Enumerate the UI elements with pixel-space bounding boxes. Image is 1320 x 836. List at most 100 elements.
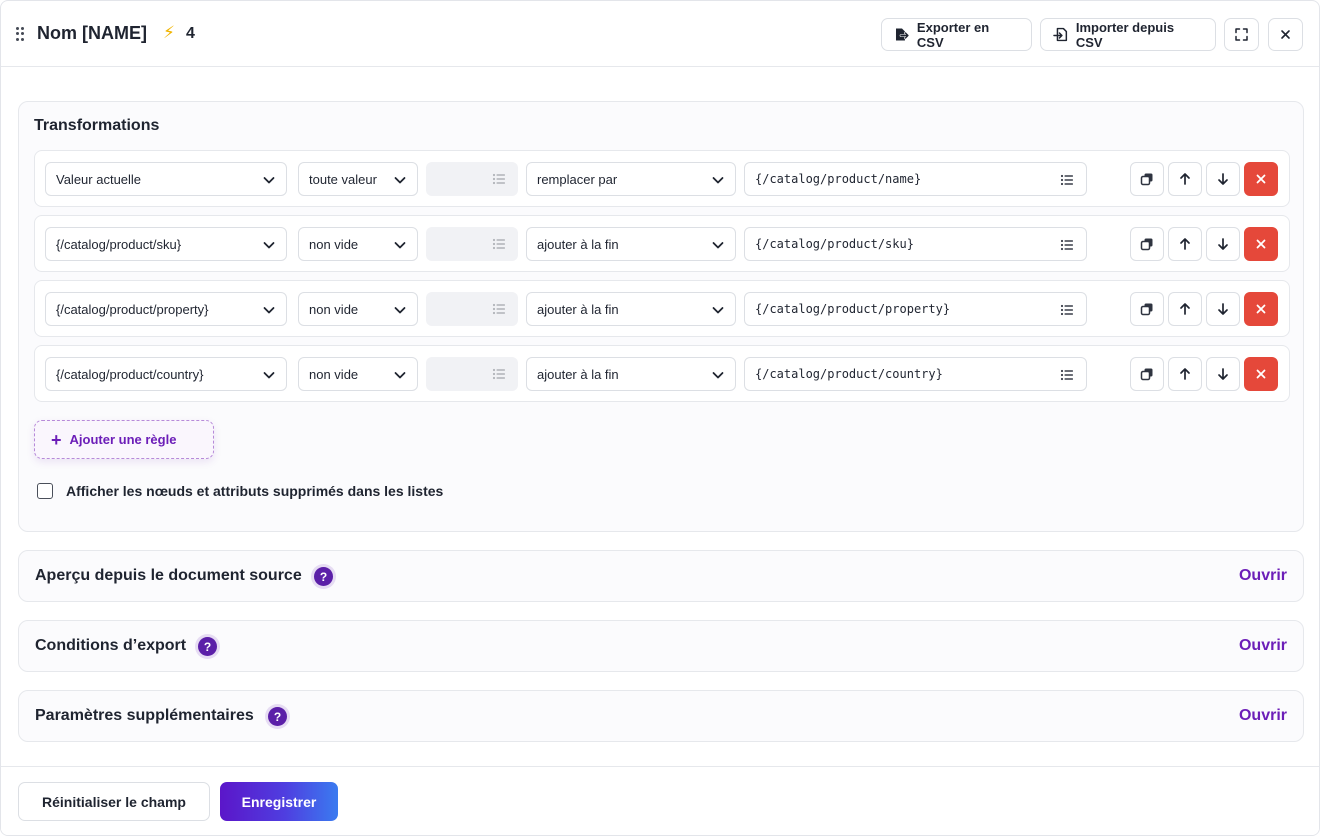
copy-icon xyxy=(1140,237,1154,251)
condition-value-input xyxy=(426,162,518,196)
condition-select[interactable]: non vide xyxy=(298,227,418,261)
field-editor-modal: Nom [NAME] ⚡ 4 Exporter en CSV Importer … xyxy=(0,0,1320,836)
source-select[interactable]: {/catalog/product/sku} xyxy=(45,227,287,261)
duplicate-rule-button[interactable] xyxy=(1130,357,1164,391)
export-conditions-section[interactable]: Conditions d’export ? Ouvrir xyxy=(18,620,1304,672)
close-button[interactable] xyxy=(1268,18,1303,51)
move-up-button[interactable] xyxy=(1168,292,1202,326)
show-deleted-checkbox[interactable] xyxy=(37,483,53,499)
arrow-up-icon xyxy=(1178,302,1192,316)
open-link[interactable]: Ouvrir xyxy=(1239,707,1287,725)
help-icon[interactable]: ? xyxy=(198,637,217,656)
action-select-value: ajouter à la fin xyxy=(537,366,619,382)
value-input[interactable]: {/catalog/product/sku} xyxy=(744,227,1087,261)
rule-row: {/catalog/product/country} non vide ajou… xyxy=(34,345,1290,402)
copy-icon xyxy=(1140,302,1154,316)
transformations-card: Transformations Valeur actuelle toute va… xyxy=(18,101,1304,532)
value-input[interactable]: {/catalog/product/country} xyxy=(744,357,1087,391)
condition-select[interactable]: non vide xyxy=(298,292,418,326)
source-select[interactable]: {/catalog/product/property} xyxy=(45,292,287,326)
action-select[interactable]: ajouter à la fin xyxy=(526,357,736,391)
save-button[interactable]: Enregistrer xyxy=(220,782,338,821)
delete-rule-button[interactable] xyxy=(1244,162,1278,196)
move-down-button[interactable] xyxy=(1206,227,1240,261)
list-icon[interactable] xyxy=(1060,368,1074,382)
arrow-down-icon xyxy=(1216,237,1230,251)
delete-rule-button[interactable] xyxy=(1244,227,1278,261)
move-up-button[interactable] xyxy=(1168,162,1202,196)
condition-select[interactable]: non vide xyxy=(298,357,418,391)
action-select-value: ajouter à la fin xyxy=(537,236,619,252)
chevron-down-icon xyxy=(711,368,725,382)
list-icon xyxy=(492,237,506,251)
expand-icon xyxy=(1235,28,1248,41)
open-link[interactable]: Ouvrir xyxy=(1239,567,1287,585)
action-select[interactable]: ajouter à la fin xyxy=(526,292,736,326)
move-up-button[interactable] xyxy=(1168,227,1202,261)
action-select-value: remplacer par xyxy=(537,171,618,187)
copy-icon xyxy=(1140,172,1154,186)
drag-handle-icon[interactable] xyxy=(16,27,26,41)
chevron-down-icon xyxy=(262,303,276,317)
duplicate-rule-button[interactable] xyxy=(1130,227,1164,261)
add-rule-button[interactable]: + Ajouter une règle xyxy=(34,420,214,459)
modal-footer: Réinitialiser le champ Enregistrer xyxy=(1,766,1319,835)
chevron-down-icon xyxy=(393,238,407,252)
chevron-down-icon xyxy=(711,173,725,187)
chevron-down-icon xyxy=(393,173,407,187)
transformations-title: Transformations xyxy=(34,117,160,134)
additional-settings-section[interactable]: Paramètres supplémentaires ? Ouvrir xyxy=(18,690,1304,742)
value-input[interactable]: {/catalog/product/name} xyxy=(744,162,1087,196)
reset-field-button[interactable]: Réinitialiser le champ xyxy=(18,782,210,821)
section-title: Aperçu depuis le document source xyxy=(35,567,302,584)
move-down-button[interactable] xyxy=(1206,292,1240,326)
action-select[interactable]: ajouter à la fin xyxy=(526,227,736,261)
value-input-text: {/catalog/product/sku} xyxy=(755,237,914,251)
delete-rule-button[interactable] xyxy=(1244,292,1278,326)
arrow-down-icon xyxy=(1216,367,1230,381)
value-input-text: {/catalog/product/country} xyxy=(755,367,943,381)
section-title: Paramètres supplémentaires xyxy=(35,707,254,724)
arrow-up-icon xyxy=(1178,237,1192,251)
list-icon[interactable] xyxy=(1060,238,1074,252)
open-link[interactable]: Ouvrir xyxy=(1239,637,1287,655)
modal-header: Nom [NAME] ⚡ 4 Exporter en CSV Importer … xyxy=(1,1,1319,67)
action-select[interactable]: remplacer par xyxy=(526,162,736,196)
duplicate-rule-button[interactable] xyxy=(1130,162,1164,196)
value-input[interactable]: {/catalog/product/property} xyxy=(744,292,1087,326)
import-csv-button[interactable]: Importer depuis CSV xyxy=(1040,18,1216,51)
value-input-text: {/catalog/product/property} xyxy=(755,302,951,316)
file-import-icon xyxy=(1053,27,1068,42)
export-csv-label: Exporter en CSV xyxy=(916,19,990,50)
source-select[interactable]: Valeur actuelle xyxy=(45,162,287,196)
move-down-button[interactable] xyxy=(1206,357,1240,391)
list-icon xyxy=(492,172,506,186)
move-up-button[interactable] xyxy=(1168,357,1202,391)
duplicate-rule-button[interactable] xyxy=(1130,292,1164,326)
list-icon[interactable] xyxy=(1060,303,1074,317)
source-select[interactable]: {/catalog/product/country} xyxy=(45,357,287,391)
condition-select-value: non vide xyxy=(309,236,359,252)
chevron-down-icon xyxy=(711,303,725,317)
move-down-button[interactable] xyxy=(1206,162,1240,196)
export-csv-button[interactable]: Exporter en CSV xyxy=(881,18,1032,51)
chevron-down-icon xyxy=(262,368,276,382)
fullscreen-button[interactable] xyxy=(1224,18,1259,51)
show-deleted-label[interactable]: Afficher les nœuds et attributs supprimé… xyxy=(66,483,443,499)
close-icon xyxy=(1254,367,1268,381)
plus-icon: + xyxy=(51,429,62,450)
arrow-down-icon xyxy=(1216,172,1230,186)
help-icon[interactable]: ? xyxy=(314,567,333,586)
field-title: Nom [NAME] xyxy=(37,23,147,43)
help-icon[interactable]: ? xyxy=(268,707,287,726)
close-icon xyxy=(1254,172,1268,186)
source-preview-section[interactable]: Aperçu depuis le document source ? Ouvri… xyxy=(18,550,1304,602)
list-icon xyxy=(492,302,506,316)
list-icon[interactable] xyxy=(1060,173,1074,187)
condition-select[interactable]: toute valeur xyxy=(298,162,418,196)
close-icon xyxy=(1254,302,1268,316)
arrow-up-icon xyxy=(1178,367,1192,381)
rule-count: 4 xyxy=(186,25,195,42)
delete-rule-button[interactable] xyxy=(1244,357,1278,391)
value-input-text: {/catalog/product/name} xyxy=(755,172,922,186)
